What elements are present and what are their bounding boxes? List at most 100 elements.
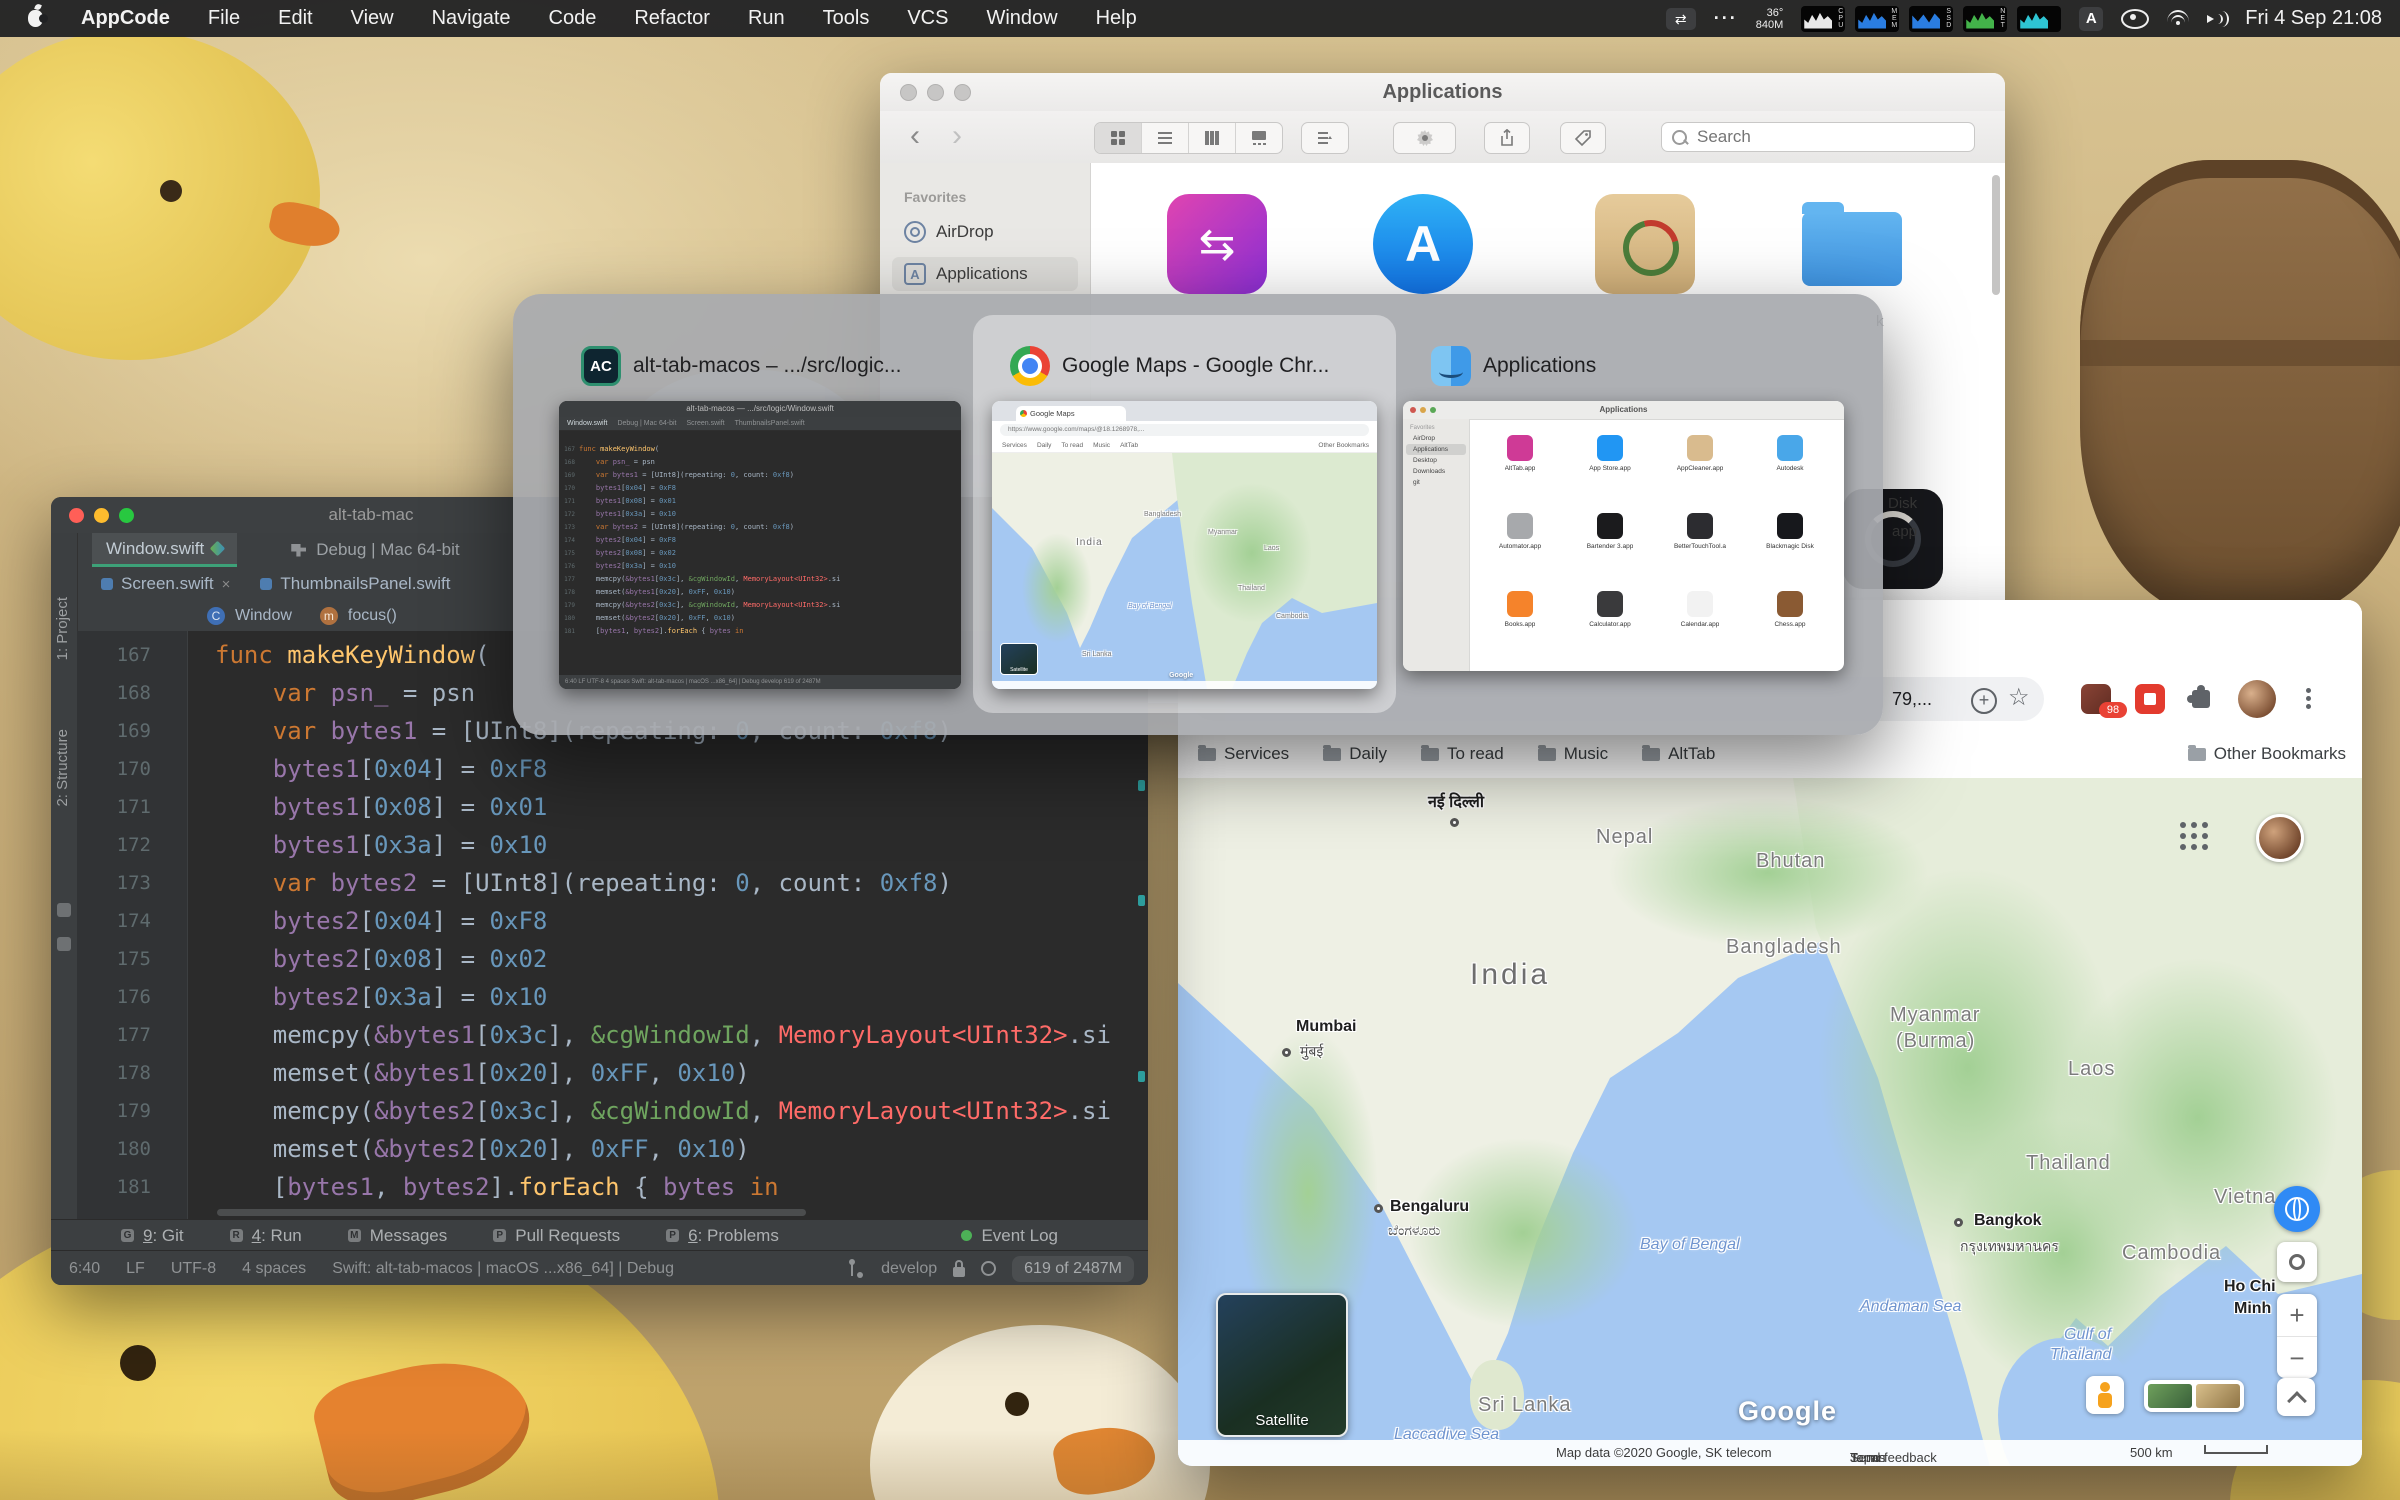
column-view-button[interactable] — [1189, 123, 1236, 153]
tool-window-button-problems[interactable]: P 6: Problems — [666, 1226, 779, 1246]
search-input[interactable] — [1695, 126, 1964, 148]
apple-menu-icon[interactable] — [28, 10, 48, 27]
breadcrumb-method[interactable]: focus() — [348, 607, 397, 625]
tags-button[interactable] — [1560, 122, 1606, 154]
back-button[interactable]: ‹ — [910, 119, 920, 153]
map-canvas[interactable]: नई दिल्ली Nepal Bhutan Bangladesh India Mumba… — [1178, 778, 2362, 1466]
share-button[interactable] — [1484, 122, 1530, 154]
menu-item-file[interactable]: File — [208, 7, 240, 30]
gallery-view-button[interactable] — [1236, 123, 1282, 153]
bookmark-folder-to-read[interactable]: To read — [1420, 744, 1504, 764]
menu-item-help[interactable]: Help — [1096, 7, 1137, 30]
account-avatar[interactable] — [2256, 814, 2304, 862]
globe-button[interactable] — [2274, 1186, 2320, 1232]
run-configuration-selector[interactable]: Debug | Mac 64-bit — [291, 540, 460, 560]
imagery-thumbnails[interactable] — [2144, 1380, 2244, 1412]
list-view-button[interactable] — [1142, 123, 1189, 153]
switcher-tile-chrome[interactable]: Google Maps - Google Chr... — [1010, 346, 1329, 386]
my-location-button[interactable] — [2277, 1242, 2317, 1282]
strip-icon[interactable] — [57, 937, 71, 951]
menu-item-vcs[interactable]: VCS — [907, 7, 948, 30]
menu-bar-clock[interactable]: Fri 4 Sep 21:08 — [2245, 7, 2382, 30]
tool-window-project[interactable]: 1: Project — [54, 597, 71, 660]
bookmark-folder-alttab[interactable]: AltTab — [1642, 744, 1715, 764]
error-stripe-mark[interactable] — [1138, 1071, 1145, 1082]
switcher-tile-finder[interactable]: Applications — [1431, 346, 1596, 386]
profile-avatar[interactable] — [2238, 680, 2276, 718]
menu-item-run[interactable]: Run — [748, 7, 785, 30]
finder-titlebar[interactable]: Applications — [880, 73, 2005, 112]
group-by-button[interactable] — [1302, 123, 1348, 153]
bookmark-folder-services[interactable]: Services — [1198, 744, 1289, 764]
zoom-out-button[interactable]: − — [2277, 1337, 2317, 1379]
sidebar-item-applications[interactable]: A Applications — [892, 257, 1078, 291]
tab-window-swift[interactable]: Window.swift — [92, 533, 238, 567]
bookmark-folder-daily[interactable]: Daily — [1323, 744, 1387, 764]
sidebar-item-airdrop[interactable]: AirDrop — [892, 215, 1078, 249]
switcher-tile-appcode[interactable]: AC alt-tab-macos – .../src/logic... — [581, 346, 901, 386]
minimize-button[interactable] — [94, 507, 109, 523]
net-meter-icon[interactable]: NET — [1963, 5, 2008, 32]
cpu-meter-icon[interactable]: CPU — [1801, 5, 1846, 32]
ssd-meter-icon[interactable]: SSD — [1909, 5, 1954, 32]
volume-icon[interactable] — [2207, 10, 2230, 27]
chrome-thumbnail[interactable]: Google Maps https://www.google.com/maps/… — [992, 401, 1377, 689]
bookmark-folder-music[interactable]: Music — [1537, 744, 1608, 764]
collapse-button[interactable] — [2277, 1378, 2315, 1416]
tool-window-structure[interactable]: 2: Structure — [54, 729, 71, 807]
alttab-app-icon[interactable]: ⇆ — [1167, 194, 1267, 294]
wifi-icon[interactable] — [2167, 10, 2190, 27]
weather-bandwidth-widget[interactable]: 36° 840M — [1756, 7, 1784, 31]
menu-item-refactor[interactable]: Refactor — [634, 7, 710, 30]
activity-meter-icon[interactable] — [2017, 5, 2062, 32]
menu-item-window[interactable]: Window — [986, 7, 1057, 30]
map-footer-link-send-feedback[interactable]: Send feedback — [1850, 1450, 1937, 1465]
tab-thumbnailspanel-swift[interactable]: ThumbnailsPanel.swift — [248, 567, 462, 601]
forward-button[interactable]: › — [952, 119, 962, 153]
tool-window-button-pull-requests[interactable]: P Pull Requests — [493, 1226, 620, 1246]
tool-window-button-run[interactable]: R 4: Run — [229, 1226, 302, 1246]
bookmark-star-icon[interactable]: ☆ — [2008, 683, 2030, 712]
horizontal-scrollbar[interactable] — [217, 1209, 807, 1216]
menu-item-edit[interactable]: Edit — [278, 7, 312, 30]
install-icon[interactable]: + — [1971, 688, 1997, 714]
memory-indicator[interactable]: 619 of 2487M — [1012, 1255, 1134, 1282]
extension-icon[interactable] — [2135, 684, 2165, 714]
git-branch-label[interactable]: develop — [881, 1260, 937, 1278]
input-source-icon[interactable]: A — [2079, 6, 2104, 31]
appcode-thumbnail[interactable]: alt-tab-macos — .../src/logic/Window.swi… — [559, 401, 961, 689]
mem-meter-icon[interactable]: MEM — [1855, 5, 1900, 32]
close-button[interactable] — [69, 507, 84, 523]
close-tab-icon[interactable] — [222, 576, 231, 593]
icon-view-button[interactable] — [1095, 123, 1142, 153]
chrome-menu-icon[interactable] — [2306, 688, 2311, 710]
strip-icon[interactable] — [57, 903, 71, 917]
breadcrumb-class[interactable]: Window — [235, 607, 292, 625]
menu-item-navigate[interactable]: Navigate — [432, 7, 511, 30]
zoom-in-button[interactable]: + — [2277, 1294, 2317, 1337]
tab-screen-swift[interactable]: Screen.swift — [89, 567, 242, 601]
appcleaner-app-icon[interactable] — [1595, 194, 1695, 294]
error-stripe-mark[interactable] — [1138, 895, 1145, 906]
tool-window-button-git[interactable]: G 9: Git — [121, 1226, 184, 1246]
display-arrows-icon[interactable]: ⇄ — [1665, 7, 1696, 30]
folder-icon[interactable] — [1802, 194, 1902, 294]
pegman-icon[interactable] — [2086, 1376, 2124, 1414]
scrollbar[interactable] — [1992, 175, 2000, 295]
satellite-toggle[interactable]: Satellite — [1216, 1293, 1348, 1437]
eye-icon[interactable] — [2121, 8, 2150, 29]
action-menu-button[interactable] — [1393, 122, 1456, 154]
menu-item-tools[interactable]: Tools — [823, 7, 870, 30]
more-status-icon[interactable]: ··· — [1714, 8, 1738, 29]
finder-thumbnail[interactable]: Applications Favorites AirDrop Application… — [1403, 401, 1844, 671]
extensions-puzzle-icon[interactable] — [2187, 685, 2210, 708]
tool-window-button-messages[interactable]: M Messages — [347, 1226, 447, 1246]
zoom-button[interactable] — [119, 507, 134, 523]
other-bookmarks[interactable]: Other Bookmarks — [2187, 730, 2346, 778]
google-apps-grid-icon[interactable] — [2180, 822, 2186, 828]
app-store-app-icon[interactable]: A — [1373, 194, 1473, 294]
error-stripe-mark[interactable] — [1138, 780, 1145, 791]
menu-item-code[interactable]: Code — [549, 7, 597, 30]
app-menu-appcode[interactable]: AppCode — [81, 7, 170, 30]
finder-search-field[interactable] — [1661, 122, 1975, 152]
